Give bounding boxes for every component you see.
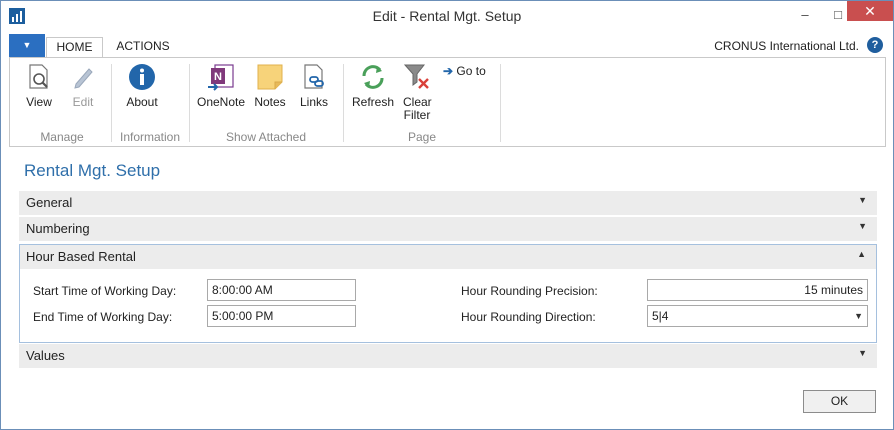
onenote-icon: N [206, 62, 236, 92]
title-bar: Edit - Rental Mgt. Setup – □ ✕ [1, 1, 893, 32]
tab-home[interactable]: HOME [46, 37, 103, 57]
ribbon-separator [500, 64, 501, 142]
links-icon [299, 62, 329, 92]
chevron-down-icon: ▼ [858, 195, 867, 205]
notes-icon [255, 62, 285, 92]
links-button[interactable]: Links [296, 62, 332, 109]
edit-icon [68, 62, 98, 92]
help-icon[interactable]: ? [867, 37, 883, 53]
onenote-button[interactable]: N OneNote [196, 62, 246, 109]
clear-filter-icon [402, 62, 432, 92]
tab-actions[interactable]: ACTIONS [109, 37, 177, 57]
go-to-button[interactable]: ➔ Go to [443, 64, 486, 78]
rounding-direction-select[interactable]: 5|4 ▼ [647, 305, 868, 327]
group-information-label: Information [119, 130, 181, 144]
end-time-label: End Time of Working Day: [33, 310, 173, 324]
links-label: Links [299, 95, 328, 109]
svg-text:N: N [214, 71, 222, 83]
fasttab-hour-based-rental-title: Hour Based Rental [26, 249, 136, 264]
fasttab-numbering-title: Numbering [26, 221, 90, 236]
view-icon [24, 62, 54, 92]
about-button[interactable]: About [120, 62, 164, 109]
ribbon-separator [111, 64, 112, 142]
edit-button[interactable]: Edit [64, 62, 102, 109]
dialog-window: Edit - Rental Mgt. Setup – □ ✕ ▼ HOME AC… [0, 0, 894, 430]
view-button[interactable]: View [18, 62, 60, 109]
company-name[interactable]: CRONUS International Ltd. [714, 39, 859, 53]
chevron-down-icon: ▼ [858, 221, 867, 231]
rounding-precision-label: Hour Rounding Precision: [461, 284, 598, 298]
minimize-button[interactable]: – [788, 1, 822, 31]
ribbon-separator [343, 64, 344, 142]
go-to-arrow-icon: ➔ [443, 64, 454, 78]
ok-button[interactable]: OK [803, 390, 876, 413]
fasttab-hour-based-rental: Hour Based Rental ▲ Start Time of Workin… [19, 244, 877, 343]
fasttab-numbering[interactable]: Numbering ▼ [19, 217, 877, 241]
fasttab-hour-based-rental-header[interactable]: Hour Based Rental ▲ [20, 245, 876, 269]
page-title: Rental Mgt. Setup [24, 161, 161, 180]
ribbon-panel: View Edit Manage About Information N One… [9, 57, 886, 147]
fasttab-values-title: Values [26, 348, 65, 363]
fasttab-general-title: General [26, 195, 73, 210]
ribbon-tab-row: ▼ HOME ACTIONS CRONUS International Ltd. [1, 33, 893, 57]
onenote-label: OneNote [196, 95, 246, 109]
start-time-label: Start Time of Working Day: [33, 284, 177, 298]
go-to-label: Go to [456, 64, 486, 78]
rounding-precision-field[interactable]: 15 minutes [647, 279, 868, 301]
refresh-button[interactable]: Refresh [350, 62, 396, 109]
notes-button[interactable]: Notes [252, 62, 288, 109]
fasttab-values[interactable]: Values ▼ [19, 344, 877, 368]
chevron-up-icon: ▲ [857, 249, 866, 259]
group-page-label: Page [407, 130, 437, 144]
rounding-direction-value: 5|4 [652, 309, 669, 323]
rounding-direction-label: Hour Rounding Direction: [461, 310, 596, 324]
clear-filter-label: Clear Filter [403, 95, 432, 122]
chevron-down-icon: ▼ [858, 348, 867, 358]
application-menu-button[interactable]: ▼ [9, 34, 45, 57]
group-show-attached-label: Show Attached [225, 130, 307, 144]
start-time-field[interactable]: 8:00:00 AM [207, 279, 356, 301]
notes-label: Notes [254, 95, 286, 109]
refresh-icon [358, 62, 388, 92]
about-label: About [126, 95, 158, 109]
info-icon [127, 62, 157, 92]
chevron-down-icon: ▼ [854, 311, 863, 321]
window-title: Edit - Rental Mgt. Setup [372, 8, 522, 24]
ribbon-separator [189, 64, 190, 142]
refresh-label: Refresh [351, 95, 395, 109]
group-manage-label: Manage [40, 130, 84, 144]
edit-label: Edit [72, 95, 94, 109]
view-label: View [26, 95, 52, 109]
clear-filter-button[interactable]: Clear Filter [400, 62, 434, 122]
close-button[interactable]: ✕ [847, 1, 893, 21]
end-time-field[interactable]: 5:00:00 PM [207, 305, 356, 327]
fasttab-general[interactable]: General ▼ [19, 191, 877, 215]
